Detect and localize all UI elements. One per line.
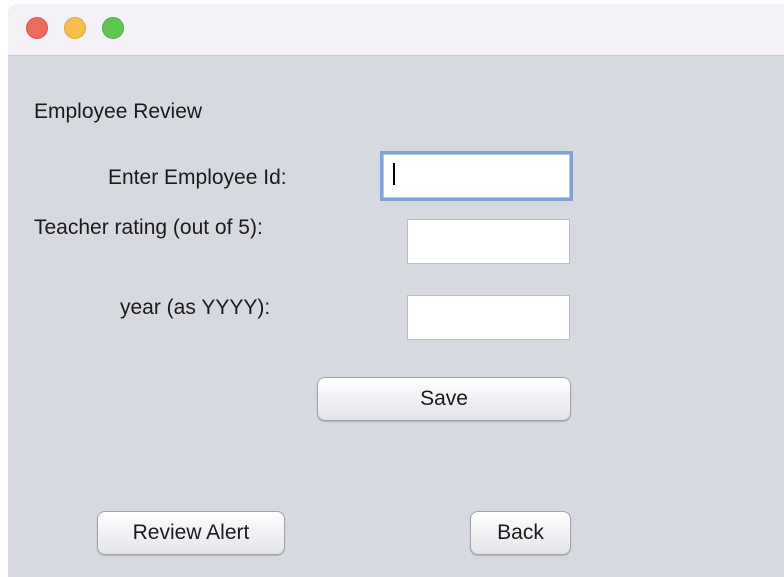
- back-button[interactable]: Back: [470, 511, 571, 555]
- app-window: Employee Review Enter Employee Id: Teach…: [8, 4, 784, 577]
- review-alert-button[interactable]: Review Alert: [97, 511, 285, 555]
- title-bar: [8, 4, 784, 56]
- form-heading: Employee Review: [34, 100, 203, 123]
- minimize-window-button[interactable]: [64, 17, 86, 39]
- year-input[interactable]: [407, 295, 570, 340]
- text-caret: [393, 163, 395, 185]
- employee-id-input[interactable]: [380, 151, 573, 201]
- maximize-window-button[interactable]: [102, 17, 124, 39]
- employee-id-label: Enter Employee Id:: [108, 166, 287, 189]
- year-label: year (as YYYY):: [120, 296, 271, 319]
- rating-input[interactable]: [407, 219, 570, 264]
- rating-label: Teacher rating (out of 5):: [34, 216, 263, 239]
- close-window-button[interactable]: [26, 17, 48, 39]
- save-button[interactable]: Save: [317, 377, 571, 421]
